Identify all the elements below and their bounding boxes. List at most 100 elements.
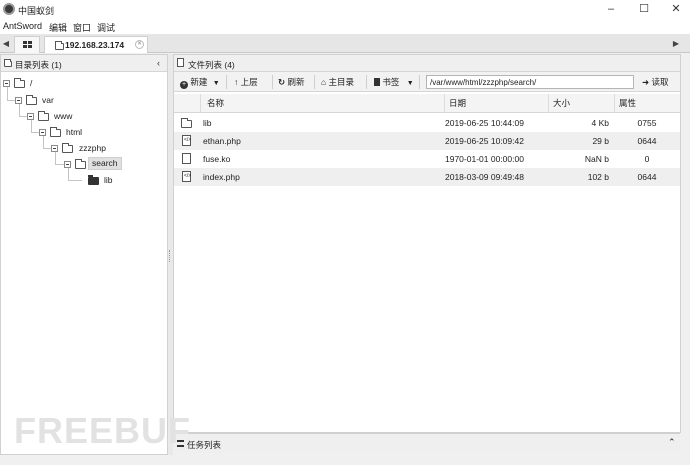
tree-connector (68, 180, 82, 181)
read-button[interactable]: ➜ 读取 (642, 75, 669, 89)
task-list-title: 任务列表 (187, 440, 222, 450)
tree-node-lib[interactable]: lib (84, 173, 134, 187)
collapse-icon[interactable] (39, 129, 46, 136)
tab-bar: ◀ 192.168.23.174 ✕ ▶ (0, 34, 690, 53)
splitter-grip-icon (169, 250, 171, 262)
table-row[interactable]: lib 2019-06-25 10:44:09 4 Kb 0755 (174, 114, 680, 132)
tab-scroll-left-button[interactable]: ◀ (0, 36, 12, 51)
new-button[interactable]: + 新建 ▼ (180, 75, 220, 89)
tree-node-zzzphp[interactable]: zzzphp (51, 141, 121, 155)
php-file-icon: </> (182, 135, 191, 146)
home-button-label: 主目录 (328, 77, 355, 87)
table-row[interactable]: </> index.php 2018-03-09 09:49:48 102 b … (174, 168, 680, 186)
file-date: 2019-06-25 10:09:42 (445, 136, 524, 146)
menu-window[interactable]: 窗口 (73, 21, 91, 34)
folder-icon (4, 59, 12, 67)
title-bar: 中国蚁剑 – ☐ ✕ (0, 0, 690, 18)
caret-down-icon: ▼ (212, 80, 220, 87)
code-glyph-icon: </> (184, 173, 192, 179)
folder-open-icon (14, 78, 25, 88)
file-list-header: 文件列表 (4) (174, 55, 680, 72)
folder-icon (181, 118, 192, 128)
file-icon (177, 58, 184, 67)
plus-icon: + (180, 81, 188, 89)
file-toolbar: + 新建 ▼ ↑ 上层 ↻ 刷新 ⌂ 主目录 书签 ▼ ➜ 读取 (174, 72, 680, 92)
tree-node-html[interactable]: html (39, 125, 99, 139)
toolbar-separator (226, 75, 227, 89)
file-permission: 0644 (637, 136, 657, 146)
file-name: index.php (203, 172, 240, 182)
close-button[interactable]: ✕ (661, 0, 690, 18)
folder-open-icon (50, 127, 61, 137)
tab-scroll-right-button[interactable]: ▶ (670, 36, 682, 51)
up-button-label: 上层 (240, 77, 258, 87)
menu-bar: AntSword 编辑 窗口 调试 (0, 18, 690, 34)
tree-node-var[interactable]: var (15, 93, 75, 107)
toolbar-separator (314, 75, 315, 89)
tree-node-search[interactable]: search (64, 157, 134, 171)
app-logo-icon (3, 3, 15, 15)
caret-down-icon: ▼ (406, 80, 414, 87)
toolbar-separator (419, 75, 420, 89)
path-input[interactable] (426, 75, 634, 89)
folder-closed-icon (88, 175, 99, 185)
arrow-up-icon: ↑ (234, 77, 239, 87)
refresh-button-label: 刷新 (287, 77, 305, 87)
file-size: 102 b (587, 172, 609, 182)
column-icon (174, 94, 200, 113)
bookmark-icon (374, 78, 380, 86)
tree-node-label-selected: search (88, 157, 122, 170)
minimize-button[interactable]: – (596, 0, 626, 18)
new-button-label: 新建 (190, 77, 208, 87)
refresh-icon: ↻ (278, 77, 286, 87)
up-button[interactable]: ↑ 上层 (234, 75, 258, 89)
file-permission: 0 (644, 154, 650, 164)
collapse-panel-icon[interactable]: ‹ (157, 58, 160, 68)
file-name: ethan.php (203, 136, 241, 146)
column-permission[interactable]: 属性 (614, 94, 680, 113)
tree-node-label: var (42, 95, 54, 105)
file-size: NaN b (584, 154, 609, 164)
file-date: 2019-06-25 10:44:09 (445, 118, 524, 128)
collapse-icon[interactable] (15, 97, 22, 104)
task-list-bar[interactable]: 任务列表 ⌃ (174, 433, 680, 453)
column-name[interactable]: 名称 (200, 94, 444, 113)
freebuf-watermark: FREEBUF (14, 410, 191, 451)
menu-debug[interactable]: 调试 (97, 21, 115, 34)
bookmark-button[interactable]: 书签 ▼ (374, 75, 414, 89)
folder-icon (55, 41, 64, 50)
column-size[interactable]: 大小 (548, 94, 614, 113)
tab-session[interactable]: 192.168.23.174 ✕ (44, 36, 148, 53)
tree-node-label: html (66, 127, 83, 137)
expand-up-icon[interactable]: ⌃ (668, 437, 676, 448)
folder-open-icon (38, 111, 49, 121)
collapse-icon[interactable] (3, 80, 10, 87)
maximize-button[interactable]: ☐ (629, 0, 659, 18)
file-icon (182, 153, 191, 164)
close-tab-icon[interactable]: ✕ (135, 40, 144, 49)
tree-node-root[interactable]: / (3, 76, 63, 90)
collapse-icon[interactable] (64, 161, 71, 168)
directory-tree-header: 目录列表 (1) ‹ (1, 55, 167, 72)
file-name: fuse.ko (203, 154, 231, 164)
menu-antsword[interactable]: AntSword (3, 21, 42, 31)
refresh-button[interactable]: ↻ 刷新 (278, 75, 305, 89)
tree-node-label: www (54, 111, 73, 121)
table-row[interactable]: </> ethan.php 2019-06-25 10:09:42 29 b 0… (174, 132, 680, 150)
home-button[interactable]: ⌂ 主目录 (321, 75, 354, 89)
file-grid-header: 名称 日期 大小 属性 (174, 94, 680, 113)
tree-node-label: / (30, 78, 33, 88)
menu-edit[interactable]: 编辑 (49, 21, 67, 34)
toolbar-separator (366, 75, 367, 89)
tree-node-www[interactable]: www (27, 109, 87, 123)
folder-open-icon (75, 159, 86, 169)
tab-home[interactable] (14, 36, 40, 53)
grid-icon (23, 41, 32, 48)
collapse-icon[interactable] (51, 145, 58, 152)
file-size: 29 b (592, 136, 609, 146)
table-row[interactable]: fuse.ko 1970-01-01 00:00:00 NaN b 0 (174, 150, 680, 168)
collapse-icon[interactable] (27, 113, 34, 120)
column-date[interactable]: 日期 (444, 94, 548, 113)
home-icon: ⌂ (321, 77, 327, 87)
file-size: 4 Kb (591, 118, 610, 128)
